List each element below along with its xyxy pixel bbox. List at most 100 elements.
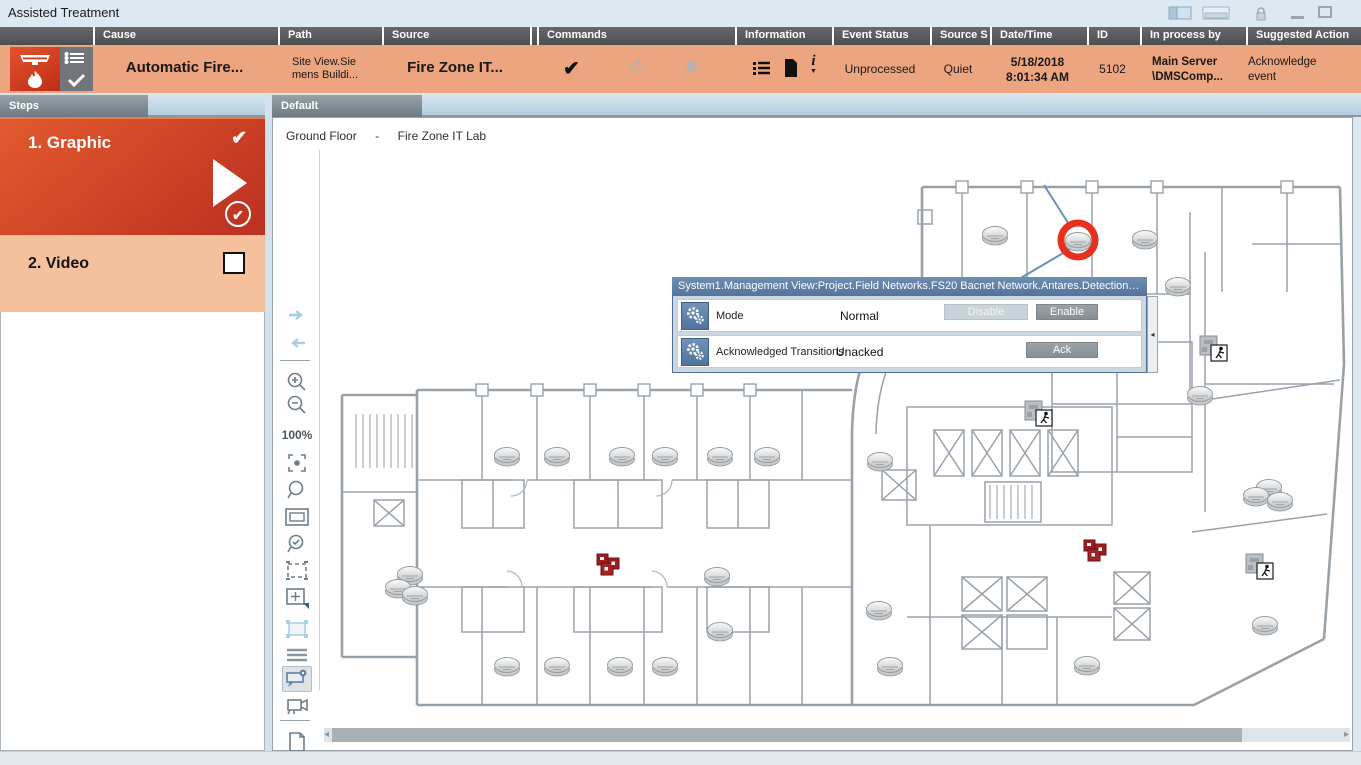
col-commands[interactable]: Commands	[537, 27, 733, 45]
marquee-zoom-icon[interactable]	[282, 558, 312, 584]
smoke-detector-icon[interactable]	[1268, 493, 1293, 512]
play-step-icon[interactable]	[213, 159, 247, 207]
enable-button[interactable]: Enable	[1036, 304, 1098, 320]
tab-default[interactable]: Default	[272, 95, 422, 117]
horizontal-scrollbar[interactable]: ◂ ▸	[324, 728, 1350, 742]
viewer-tab-strip: Default	[272, 95, 1361, 117]
breadcrumb: Ground Floor - Fire Zone IT Lab	[286, 127, 486, 145]
camera-icon[interactable]	[282, 692, 312, 718]
smoke-detector-icon[interactable]	[653, 448, 678, 467]
smoke-detector-icon[interactable]	[708, 448, 733, 467]
close-command-icon[interactable]: ✖	[684, 57, 699, 78]
scroll-right-icon[interactable]: ▸	[1344, 729, 1349, 740]
magnifier-icon[interactable]	[282, 477, 312, 503]
smoke-detector-icon[interactable]	[610, 448, 635, 467]
col-information[interactable]: Information	[735, 27, 830, 45]
smoke-detector-icon[interactable]	[755, 448, 780, 467]
col-event-status[interactable]: Event Status	[832, 27, 928, 45]
smoke-detector-icon[interactable]	[545, 448, 570, 467]
popup-ack-value: Unacked	[836, 345, 883, 359]
header-divider	[530, 27, 532, 45]
pan-tool-icon[interactable]	[282, 585, 312, 611]
fit-view-icon[interactable]	[282, 450, 312, 476]
disable-button[interactable]: Disable	[944, 304, 1028, 320]
overview-window-icon[interactable]	[282, 504, 312, 530]
step-video-checkbox[interactable]	[223, 252, 245, 274]
smoke-detector-icon[interactable]	[653, 658, 678, 677]
zoom-level-label[interactable]: 100%	[282, 422, 312, 448]
lock-icon[interactable]	[1255, 7, 1267, 21]
col-in-process-by[interactable]: In process by	[1140, 27, 1244, 45]
layout-bottom-icon[interactable]	[1202, 6, 1230, 21]
assisted-treatment-window: Assisted Treatment Cause Path Source Com…	[0, 0, 1361, 765]
popup-title[interactable]: System1.Management View:Project.Field Ne…	[672, 277, 1147, 296]
back-icon[interactable]	[282, 330, 312, 356]
step-graphic[interactable]: 1. Graphic ✔ ✔	[0, 117, 265, 235]
ack-button[interactable]: Ack	[1026, 342, 1098, 358]
scroll-left-icon[interactable]: ◂	[324, 729, 329, 740]
scrollbar-thumb[interactable]	[332, 728, 1242, 742]
selection-rect-icon[interactable]	[282, 616, 312, 642]
gear-icon[interactable]	[681, 338, 709, 366]
event-list-icon[interactable]	[752, 59, 772, 82]
smoke-detector-icon[interactable]	[1253, 617, 1278, 636]
forward-icon[interactable]	[282, 302, 312, 328]
breadcrumb-current[interactable]: Fire Zone IT Lab	[398, 129, 487, 143]
breadcrumb-parent[interactable]: Ground Floor	[286, 129, 357, 143]
exit-sign-icon[interactable]	[1200, 336, 1227, 361]
manual-call-point-icon[interactable]	[1084, 540, 1106, 561]
fire-alarm-event-icon[interactable]	[10, 47, 60, 91]
smoke-detector-icon[interactable]	[495, 658, 520, 677]
acknowledge-command-icon[interactable]: ✔	[563, 56, 580, 81]
layout-left-icon[interactable]	[1168, 6, 1192, 21]
smoke-detector-icon[interactable]	[868, 453, 893, 472]
smoke-detector-icon[interactable]	[1244, 488, 1269, 507]
smoke-detector-icon[interactable]	[708, 623, 733, 642]
tab-steps[interactable]: Steps	[0, 95, 148, 117]
event-document-icon[interactable]	[783, 58, 799, 83]
popup-collapse-handle[interactable]: ◂	[1147, 296, 1158, 373]
minimize-icon[interactable]	[1291, 16, 1305, 20]
floorplan-canvas[interactable]	[322, 152, 1353, 718]
event-id: 5102	[1087, 62, 1138, 76]
step-video[interactable]: 2. Video	[0, 235, 265, 312]
smoke-detector-icon[interactable]	[403, 587, 428, 606]
maximize-icon[interactable]	[1318, 6, 1333, 19]
col-cause[interactable]: Cause	[93, 27, 276, 45]
col-datetime[interactable]: Date/Time	[990, 27, 1085, 45]
col-id[interactable]: ID	[1087, 27, 1138, 45]
zoom-out-icon[interactable]	[282, 392, 312, 418]
gear-icon[interactable]	[681, 302, 709, 330]
panel-splitter[interactable]	[265, 95, 272, 751]
exit-sign-icon[interactable]	[1246, 554, 1273, 579]
smoke-detector-icon[interactable]	[608, 658, 633, 677]
smoke-detector-icon[interactable]	[983, 227, 1008, 246]
zoom-selected-icon[interactable]	[282, 531, 312, 557]
toolbar-separator	[280, 720, 310, 721]
manual-call-point-icon[interactable]	[597, 554, 619, 575]
smoke-detector-icon[interactable]	[878, 658, 903, 677]
alarmed-smoke-detector-icon[interactable]	[1066, 233, 1091, 252]
suspend-command-icon[interactable]: ↺	[628, 57, 643, 78]
col-suggested-action[interactable]: Suggested Action	[1246, 27, 1359, 45]
col-source[interactable]: Source	[382, 27, 528, 45]
event-row[interactable]: Automatic Fire... Site View.Sie mens Bui…	[0, 45, 1361, 93]
smoke-detector-icon[interactable]	[495, 448, 520, 467]
exit-sign-icon[interactable]	[1025, 401, 1052, 426]
smoke-detector-icon[interactable]	[1133, 231, 1158, 250]
col-path[interactable]: Path	[278, 27, 380, 45]
smoke-detector-icon[interactable]	[545, 658, 570, 677]
event-info-icon[interactable]: i ▼	[810, 53, 817, 75]
smoke-detector-icon[interactable]	[867, 602, 892, 621]
col-source-state[interactable]: Source S	[930, 27, 988, 45]
smoke-detector-icon[interactable]	[1075, 657, 1100, 676]
event-state-strip	[60, 47, 93, 91]
step-complete-circle-icon[interactable]: ✔	[225, 201, 251, 227]
event-list-header: Cause Path Source Commands Information E…	[0, 27, 1361, 45]
layers-icon[interactable]	[282, 642, 312, 668]
in-process-by-line2: \DMSComp...	[1152, 70, 1223, 85]
smoke-detector-icon[interactable]	[1188, 387, 1213, 406]
smoke-detector-icon[interactable]	[705, 568, 730, 587]
comment-tool-icon[interactable]	[282, 666, 312, 692]
smoke-detector-icon[interactable]	[1166, 278, 1191, 297]
